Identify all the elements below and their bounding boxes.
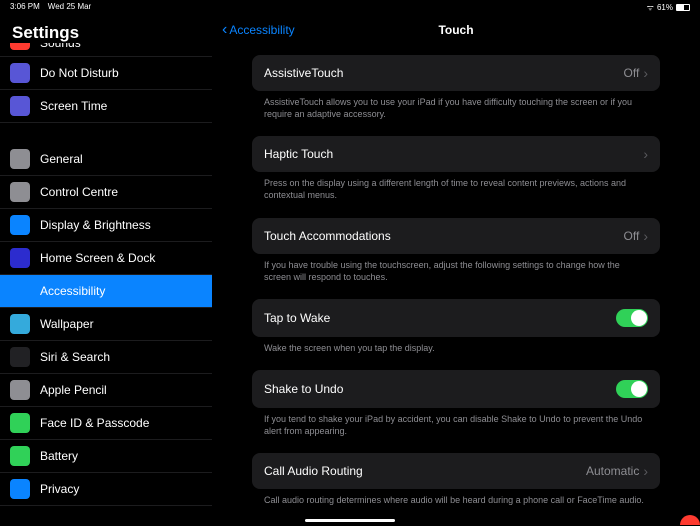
back-button[interactable]: ‹ Accessibility <box>222 21 295 39</box>
sidebar-item-label: General <box>40 152 83 166</box>
sidebar-item-battery[interactable]: Battery <box>0 440 212 473</box>
haptic-touch-cell[interactable]: Haptic Touch › <box>252 136 660 172</box>
sidebar-item-general[interactable]: General <box>0 143 212 176</box>
sidebar-icon <box>10 248 30 268</box>
shake-to-undo-label: Shake to Undo <box>264 382 343 396</box>
sidebar-item-label: Screen Time <box>40 99 107 113</box>
battery-icon <box>676 4 690 11</box>
sidebar-item-screen-time[interactable]: Screen Time <box>0 90 212 123</box>
sidebar-icon <box>10 380 30 400</box>
sidebar-icon <box>10 96 30 116</box>
shake-to-undo-toggle[interactable] <box>616 380 648 398</box>
battery-percent: 61% <box>657 3 673 12</box>
sidebar-icon <box>10 281 30 301</box>
sidebar-item-label: Accessibility <box>40 284 105 298</box>
sidebar-item-label: Face ID & Passcode <box>40 416 149 430</box>
shake-to-undo-footer: If you tend to shake your iPad by accide… <box>252 408 660 453</box>
touch-accommodations-cell[interactable]: Touch Accommodations Off› <box>252 218 660 254</box>
sidebar-item-accessibility[interactable]: Accessibility <box>0 275 212 308</box>
chevron-right-icon: › <box>643 228 648 244</box>
sidebar-item-privacy[interactable]: Privacy <box>0 473 212 506</box>
tap-to-wake-toggle[interactable] <box>616 309 648 327</box>
sidebar-item-label: Apple Pencil <box>40 383 107 397</box>
sidebar-icon <box>10 149 30 169</box>
sidebar-item-siri-search[interactable]: Siri & Search <box>0 341 212 374</box>
touch-accommodations-value: Off <box>624 229 640 243</box>
sidebar-icon <box>10 63 30 83</box>
tap-to-wake-cell: Tap to Wake <box>252 299 660 337</box>
sidebar-icon <box>10 347 30 367</box>
chevron-left-icon: ‹ <box>222 21 227 39</box>
haptic-touch-footer: Press on the display using a different l… <box>252 172 660 217</box>
tap-to-wake-footer: Wake the screen when you tap the display… <box>252 337 660 370</box>
page-title: Touch <box>438 23 473 37</box>
tap-to-wake-label: Tap to Wake <box>264 311 330 325</box>
status-time: 3:06 PM <box>10 2 40 13</box>
touch-accommodations-label: Touch Accommodations <box>264 229 391 243</box>
sidebar-item-label: Home Screen & Dock <box>40 251 155 265</box>
status-date: Wed 25 Mar <box>48 2 91 13</box>
sidebar-item-label: Control Centre <box>40 185 118 199</box>
sidebar-item-label: Battery <box>40 449 78 463</box>
sidebar-item-label: Wallpaper <box>40 317 94 331</box>
sidebar-item-face-id-passcode[interactable]: Face ID & Passcode <box>0 407 212 440</box>
sidebar-item-label: Privacy <box>40 482 79 496</box>
call-audio-routing-value: Automatic <box>586 464 639 478</box>
shake-to-undo-cell: Shake to Undo <box>252 370 660 408</box>
call-audio-routing-footer: Call audio routing determines where audi… <box>252 489 660 522</box>
wifi-icon: ᯤ <box>647 2 654 13</box>
chevron-right-icon: › <box>643 463 648 479</box>
haptic-touch-label: Haptic Touch <box>264 147 333 161</box>
sidebar-icon <box>10 215 30 235</box>
sidebar-icon <box>10 314 30 334</box>
back-label: Accessibility <box>229 23 294 37</box>
assistivetouch-cell[interactable]: AssistiveTouch Off› <box>252 55 660 91</box>
sidebar-item-wallpaper[interactable]: Wallpaper <box>0 308 212 341</box>
sidebar-item-label: Do Not Disturb <box>40 66 119 80</box>
sidebar-item-label: Display & Brightness <box>40 218 151 232</box>
chevron-right-icon: › <box>643 146 648 162</box>
home-indicator[interactable] <box>305 519 395 522</box>
sidebar-icon <box>10 182 30 202</box>
sidebar-icon <box>10 479 30 499</box>
sidebar-item-home-screen-dock[interactable]: Home Screen & Dock <box>0 242 212 275</box>
sidebar-item-label: Siri & Search <box>40 350 110 364</box>
assistivetouch-label: AssistiveTouch <box>264 66 343 80</box>
assistivetouch-value: Off <box>624 66 640 80</box>
sidebar-item-label: Sounds <box>40 43 81 50</box>
call-audio-routing-label: Call Audio Routing <box>264 464 363 478</box>
sidebar-item-do-not-disturb[interactable]: Do Not Disturb <box>0 57 212 90</box>
sidebar-item-display-brightness[interactable]: Display & Brightness <box>0 209 212 242</box>
sidebar-icon <box>10 43 30 50</box>
call-audio-routing-cell[interactable]: Call Audio Routing Automatic › <box>252 453 660 489</box>
sidebar-item-sounds[interactable]: Sounds <box>0 43 212 57</box>
sidebar-item-apple-pencil[interactable]: Apple Pencil <box>0 374 212 407</box>
sidebar-icon <box>10 446 30 466</box>
chevron-right-icon: › <box>643 65 648 81</box>
sidebar-item-control-centre[interactable]: Control Centre <box>0 176 212 209</box>
touch-accommodations-footer: If you have trouble using the touchscree… <box>252 254 660 299</box>
assistivetouch-footer: AssistiveTouch allows you to use your iP… <box>252 91 660 136</box>
sidebar-icon <box>10 413 30 433</box>
